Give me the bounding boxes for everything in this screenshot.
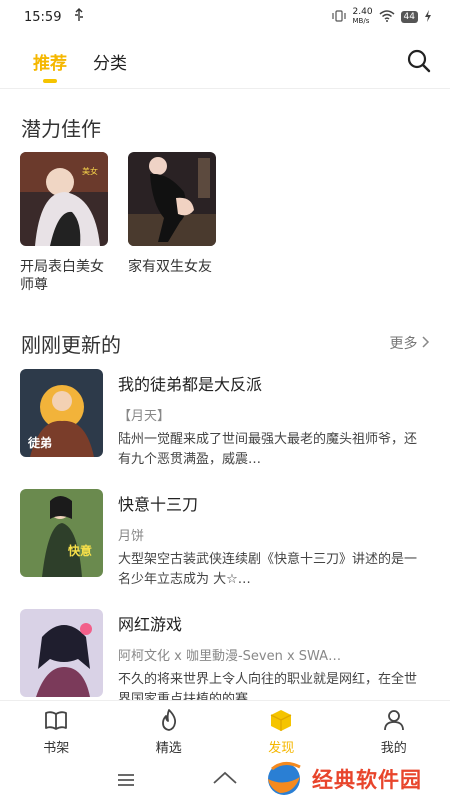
book-cover: 美女 [20,152,108,246]
book-description: 陆州一觉醒来成了世间最强大最老的魔头祖师爷，还有九个恶贯满盈，威震… [118,432,418,467]
book-cover: 徒弟 [20,369,103,457]
flame-icon [161,709,176,731]
nav-divider [0,88,450,89]
potential-card[interactable]: 美女 开局表白美女师尊 [20,152,108,294]
book-icon [45,711,68,730]
list-item[interactable]: 快意 快意十三刀 月饼 大型架空古装武侠连续剧《快意十三刀》讲述的是一名少年立志… [20,489,420,609]
bottom-tab-discover[interactable]: 发现 [225,701,338,762]
net-speed: 2.40 MB/s [352,7,373,26]
section-title-potential: 潜力佳作 [21,117,101,141]
book-cover [20,609,103,697]
book-title: 网红游戏 [118,615,183,634]
bottom-tab-featured[interactable]: 精选 [113,701,226,762]
book-cover: 快意 [20,489,103,577]
more-link[interactable]: 更多 [390,333,430,353]
top-nav: 推荐 分类 [0,38,450,84]
section-title-updated: 刚刚更新的 [21,333,121,357]
book-title: 家有双生女友 [128,259,212,275]
bottom-tab-bookshelf[interactable]: 书架 [0,701,113,762]
wifi-icon [379,9,395,25]
home-icon[interactable] [212,770,238,792]
bottom-tab-bar: 书架 精选 发现 我的 [0,700,450,762]
svg-text:徒弟: 徒弟 [27,435,52,450]
tab-category[interactable]: 分类 [93,49,127,74]
book-title: 快意十三刀 [118,495,199,514]
list-item[interactable]: 徒弟 我的徒弟都是大反派 【月天】 陆州一觉醒来成了世间最强大最老的魔头祖师爷，… [20,369,420,489]
watermark-logo-icon [264,757,306,800]
book-author: 阿柯文化 x 咖里動漫-Seven x SWA… [118,649,342,664]
status-time: 15:59 [24,9,62,25]
svg-text:美女: 美女 [82,166,98,176]
updated-list: 徒弟 我的徒弟都是大反派 【月天】 陆州一觉醒来成了世间最强大最老的魔头祖师爷，… [20,369,420,729]
potential-list: 美女 开局表白美女师尊 家有双生女友 [20,152,216,294]
bottom-tab-mine[interactable]: 我的 [338,701,450,762]
book-description: 大型架空古装武侠连续剧《快意十三刀》讲述的是一名少年立志成为 大☆… [118,552,418,587]
book-author: 【月天】 [118,409,171,424]
book-title: 我的徒弟都是大反派 [118,375,263,394]
vibrate-icon [331,9,347,25]
tab-recommend[interactable]: 推荐 [33,49,67,83]
status-bar: 15:59 2.40 MB/s 44 [0,0,450,34]
potential-card[interactable]: 家有双生女友 [128,152,216,294]
person-icon [383,710,404,731]
battery-indicator: 44 [400,11,418,23]
search-icon[interactable] [406,48,432,74]
book-cover [128,152,216,246]
watermark: 经典软件园 [264,757,422,800]
chevron-right-icon [422,336,430,352]
book-title: 开局表白美女师尊 [20,259,104,293]
menu-icon[interactable] [116,772,136,792]
charging-icon [424,9,432,25]
usb-icon [73,8,85,26]
cube-icon [270,710,292,731]
book-author: 月饼 [118,529,145,544]
svg-text:快意: 快意 [68,543,92,558]
